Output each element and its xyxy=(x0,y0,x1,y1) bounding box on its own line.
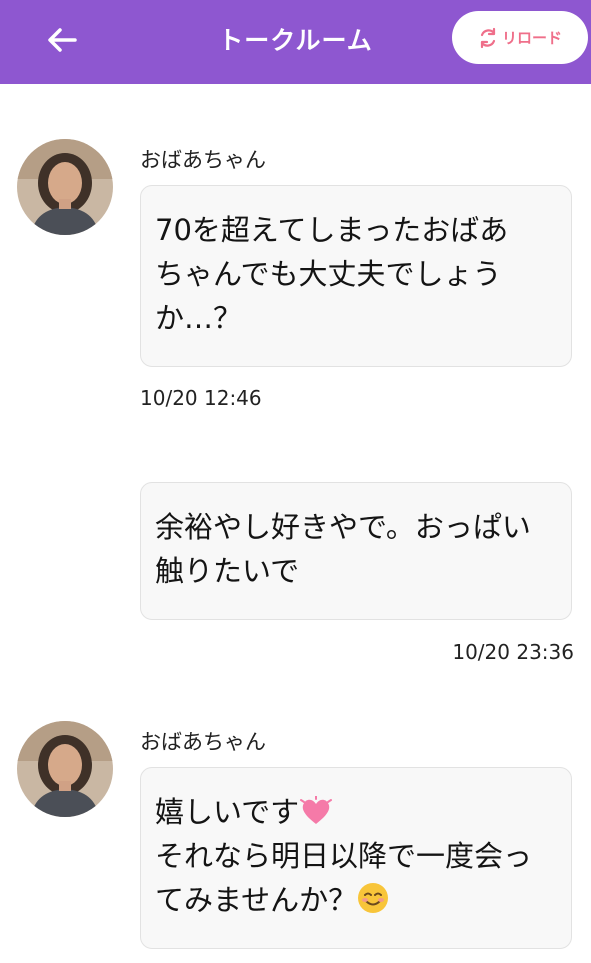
avatar-photo xyxy=(17,721,113,817)
smile-emoji-icon xyxy=(358,883,389,913)
sender-name: おばあちゃん xyxy=(140,730,266,754)
message-line: てみませんか？ xyxy=(155,883,358,917)
message-timestamp: 10/20 23:36 xyxy=(452,640,574,664)
message-timestamp: 10/20 12:46 xyxy=(140,386,262,410)
refresh-icon xyxy=(480,27,496,48)
reload-button[interactable]: リロード xyxy=(452,11,588,64)
message-bubble: 余裕やし好きやで。おっぱい 触りたいで xyxy=(140,482,572,620)
message-line: それなら明日以降で一度会っ xyxy=(155,839,533,873)
message-bubble: 嬉しいです それなら明日以降で一度会っ てみませんか？ xyxy=(140,767,572,949)
sender-name: おばあちゃん xyxy=(140,148,266,172)
avatar[interactable] xyxy=(17,721,113,817)
heart-emoji-icon xyxy=(300,796,333,824)
reload-label: リロード xyxy=(501,29,562,47)
avatar[interactable] xyxy=(17,139,113,235)
message-line: 嬉しいです xyxy=(155,795,300,829)
message-bubble: 70を超えてしまったおばあ ちゃんでも大丈夫でしょう か…？ xyxy=(140,185,572,367)
header-bar: トークルーム リロード xyxy=(0,0,591,84)
avatar-photo xyxy=(17,139,113,235)
